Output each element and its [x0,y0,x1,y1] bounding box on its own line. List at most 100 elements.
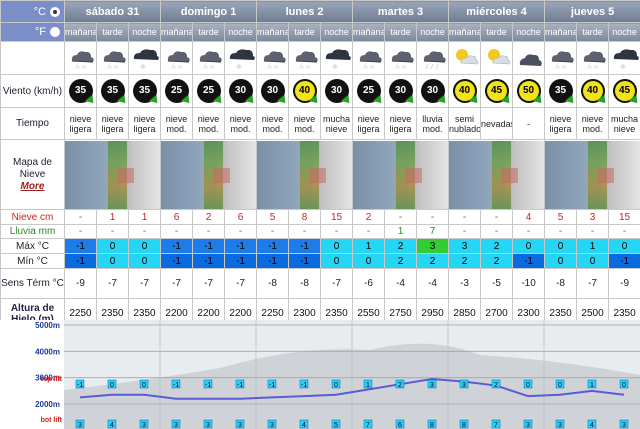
wind-cell: 25 [192,74,226,108]
weather-label: Tiempo [0,107,65,140]
fahrenheit-radio[interactable] [50,27,60,38]
wind-speed-icon: 25 [356,79,381,103]
top-lift-temp: -1 [77,382,83,389]
snow-map-image[interactable] [65,140,160,209]
weather-desc: nevadas [480,107,514,140]
snow-value: - [416,209,450,225]
wind-cell: 30 [416,74,450,108]
min-temp: -1 [256,253,290,269]
snow-value: 1 [127,209,162,225]
night-snow-icon: ✱ [227,45,255,71]
cloud-snow-icon: ✱ ✱ [67,45,95,71]
sens-temp: -10 [512,268,546,299]
bot-lift-temp: 3 [174,422,178,429]
bot-lift-temp: 7 [366,422,370,429]
snow-value: 15 [608,209,640,225]
max-temp: -1 [288,238,322,254]
weather-desc: nieve mod. [256,107,290,140]
snow-value: - [384,209,418,225]
weather-desc: - [512,107,546,140]
altitude-axis-label: 2000m [35,400,60,409]
sens-temp: -6 [352,268,386,299]
snow-map-image[interactable] [545,140,640,209]
period-header: noche [224,22,258,42]
weather-desc: nieve ligera [127,107,162,140]
snow-value: - [64,209,97,225]
snow-map-cell[interactable] [256,139,354,210]
max-temp: -1 [160,238,194,254]
max-temp: 1 [352,238,386,254]
period-header: tarde [384,22,418,42]
cloud-snow-icon: ✱ ✱ [163,45,191,71]
wind-cell: 35 [544,74,578,108]
min-temp: -1 [224,253,258,269]
snow-map-image[interactable] [257,140,352,209]
snow-map-cell[interactable] [160,139,258,210]
min-temp: 2 [480,253,514,269]
svg-text:✱ ✱: ✱ ✱ [107,64,119,71]
snow-map-cell[interactable] [448,139,546,210]
snow-map-cell[interactable] [352,139,450,210]
weather-desc: lluvia mod. [416,107,450,140]
rain-value: - [608,224,640,239]
unit-fahrenheit-label: °F [34,26,46,38]
min-temp: -1 [608,253,640,269]
max-temp: -1 [192,238,226,254]
weather-desc: nieve mod. [576,107,610,140]
bot-lift-temp: 3 [558,422,562,429]
sens-temp: -9 [608,268,640,299]
sky-cell: ✱ ✱ [64,41,97,75]
top-lift-temp: -1 [237,382,243,389]
bot-lift-temp: 4 [110,422,114,429]
max-temp: 2 [384,238,418,254]
bot-lift-temp: 3 [142,422,146,429]
wind-speed-icon: 35 [132,79,157,103]
rain-value: - [256,224,290,239]
wind-label-text: Viento (km/h) [2,85,63,97]
period-header: mañana [64,22,97,42]
min-temp: -1 [192,253,226,269]
period-header: mañana [448,22,482,42]
sky-cell [416,41,450,75]
wind-cell: 35 [127,74,162,108]
more-link[interactable]: More [2,181,64,193]
celsius-radio[interactable] [50,6,60,17]
svg-text:✱ ✱: ✱ ✱ [203,64,215,71]
rain-value: 1 [384,224,418,239]
snow-map-cell[interactable] [63,139,162,210]
wind-speed-icon: 40 [580,79,605,103]
sky-cell: ✱ [320,41,354,75]
unit-celsius-toggle[interactable]: °C [0,0,65,23]
svg-text:✱ ✱: ✱ ✱ [171,64,183,71]
svg-text:✱: ✱ [140,63,146,71]
snow-map-image[interactable] [161,140,256,209]
top-lift-temp: 0 [142,382,146,389]
svg-text:✱: ✱ [236,63,242,71]
bot-lift-temp: 3 [78,422,82,429]
snow-map-image[interactable] [449,140,544,209]
min-label: Mín °C [0,253,65,269]
wind-speed-icon: 25 [196,79,221,103]
top-lift-temp: 3 [462,382,466,389]
min-temp: 0 [127,253,162,269]
top-lift-temp: 1 [590,382,594,389]
map-label: Mapa de Nieve More [0,139,65,210]
snow-value: 8 [288,209,322,225]
sky-cell [512,41,546,75]
top-lift-temp: -1 [301,382,307,389]
snow-value: 5 [256,209,290,225]
day-header: martes 3 [352,0,450,23]
max-temp: 0 [608,238,640,254]
snow-value: 3 [576,209,610,225]
altitude-axis-label: 4000m [35,347,60,356]
cloud-snow-icon: ✱ ✱ [579,45,607,71]
snow-map-image[interactable] [353,140,448,209]
period-header: noche [512,22,546,42]
top-lift-temp: -1 [269,382,275,389]
sens-temp: -7 [96,268,129,299]
unit-fahrenheit-toggle[interactable]: °F [0,22,65,42]
snow-map-cell[interactable] [544,139,640,210]
sky-cell: ✱ ✱ [96,41,129,75]
weather-desc: nieve ligera [384,107,418,140]
period-header: tarde [288,22,322,42]
